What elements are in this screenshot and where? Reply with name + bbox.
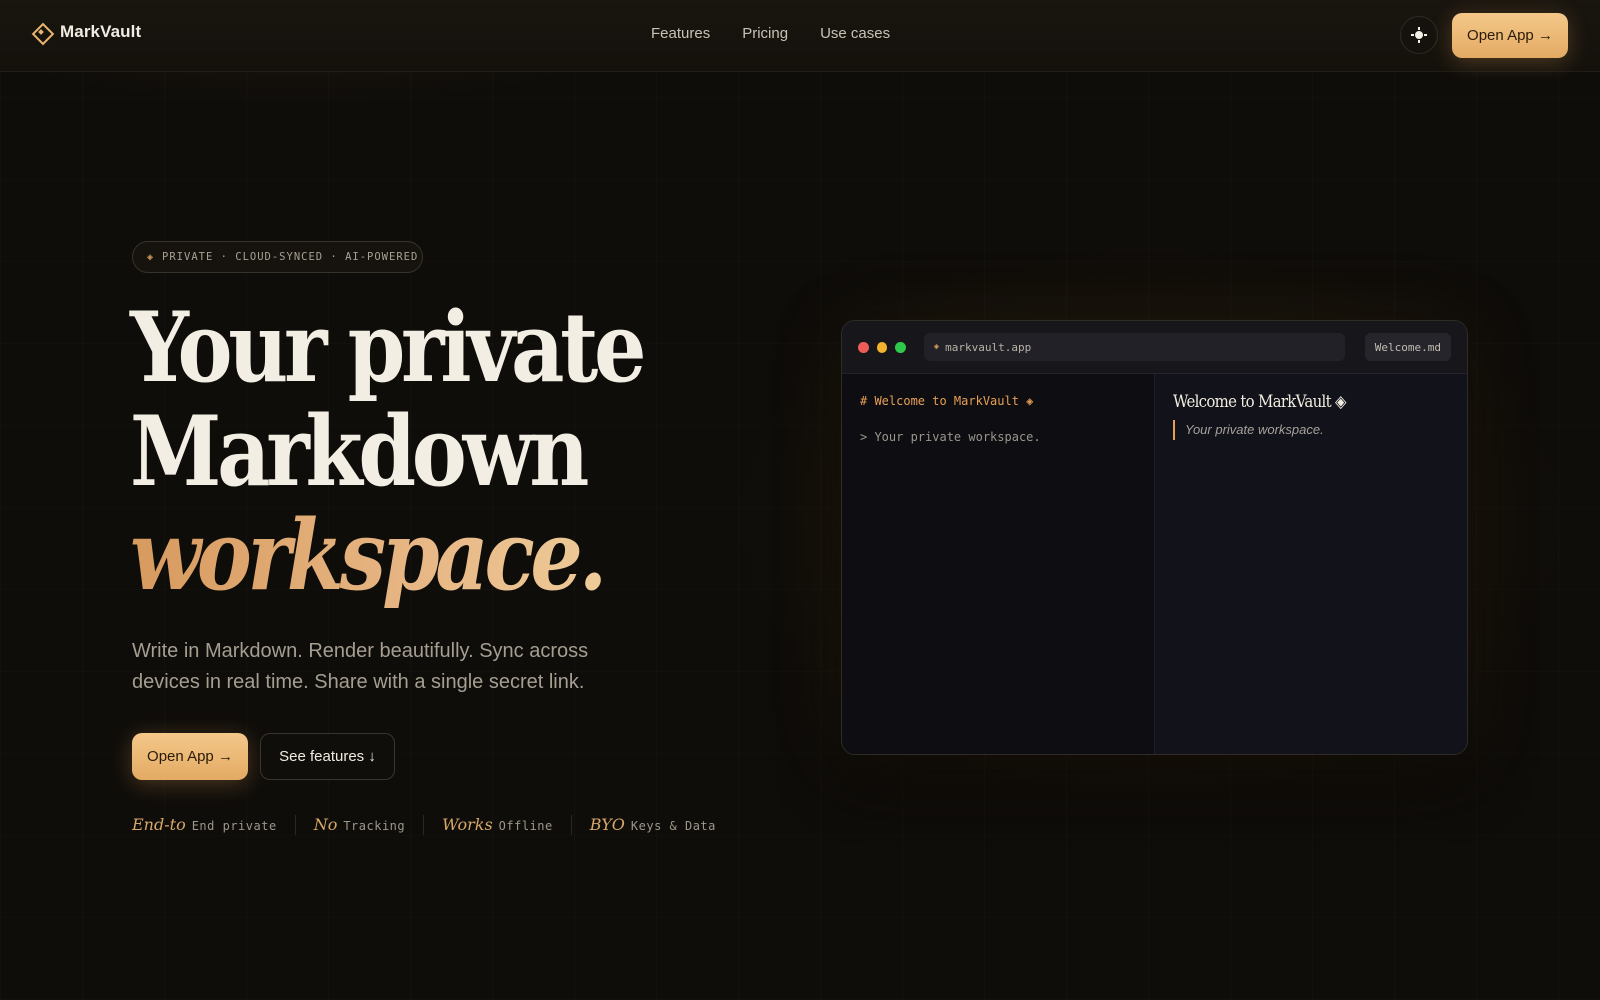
markdown-editor-pane: # Welcome to MarkVault ◈ > Your private … [842,374,1155,754]
badge-text: End private [191,819,277,833]
headline-line-1: Your private [130,291,647,404]
see-features-button[interactable]: See features ↓ [260,733,395,780]
hero-headline: Your private Markdown workspace. [130,296,726,608]
headline-line-2: Markdown [130,395,589,508]
open-app-hero-button[interactable]: Open App → [132,733,248,780]
preview-blockquote: Your private workspace. [1173,420,1449,440]
badge-works-offline: Works Offline [423,815,571,835]
badge-text: Tracking [343,819,406,833]
nav-link-use-cases[interactable]: Use cases [820,25,890,42]
sun-icon [1411,27,1427,43]
diamond-icon: ◈ [933,342,940,352]
tagline-text: PRIVATE · CLOUD-SYNCED · AI-POWERED [162,251,419,263]
feature-badges: End-to End private No Tracking Works Off… [132,815,734,835]
app-preview-window: ◈ markvault.app Welcome.md # Welcome to … [841,320,1468,755]
markvault-logo-icon [32,23,50,41]
window-minimize-dot [876,341,888,353]
brand-name: MarkVault [60,22,142,41]
badge-e2e-private: End-to End private [132,815,295,835]
badge-text: Offline [498,819,553,833]
badge-no-tracking: No Tracking [294,815,423,835]
editor-preview-panes: # Welcome to MarkVault ◈ > Your private … [842,374,1467,754]
editor-quote-line: > Your private workspace. [860,430,1041,444]
open-app-header-button[interactable]: Open App → [1452,13,1568,58]
window-titlebar: ◈ markvault.app Welcome.md [842,321,1467,374]
main-nav: Features Pricing Use cases [651,25,890,42]
hero-subtitle: Write in Markdown. Render beautifully. S… [132,640,589,693]
badge-emphasis: End-to [132,815,186,834]
file-tab: Welcome.md [1364,333,1451,361]
badge-emphasis: Works [442,815,493,834]
badge-byo-keys: BYO Keys & Data [570,815,734,835]
top-navigation-bar: MarkVault Features Pricing Use cases Ope… [0,0,1600,72]
rendered-preview-pane: Welcome to MarkVault ◈ Your private work… [1155,374,1467,754]
badge-emphasis: No [313,815,338,834]
preview-heading: Welcome to MarkVault ◈ [1173,392,1346,412]
headline-line-3: workspace. [130,504,642,608]
tagline-pill: ◈ PRIVATE · CLOUD-SYNCED · AI-POWERED [132,241,423,273]
badge-emphasis: BYO [589,815,625,834]
nav-link-pricing[interactable]: Pricing [742,25,788,42]
brand-logo[interactable]: MarkVault [32,22,141,42]
window-maximize-dot [895,341,906,353]
diamond-icon: ◈ [147,251,155,263]
editor-heading-line: # Welcome to MarkVault ◈ [860,394,1034,408]
nav-link-features[interactable]: Features [651,25,710,42]
theme-toggle-button[interactable] [1400,16,1438,54]
window-close-dot [858,341,869,353]
url-bar: ◈ markvault.app [923,333,1345,361]
url-text: markvault.app [945,340,1032,354]
badge-text: Keys & Data [630,819,716,833]
